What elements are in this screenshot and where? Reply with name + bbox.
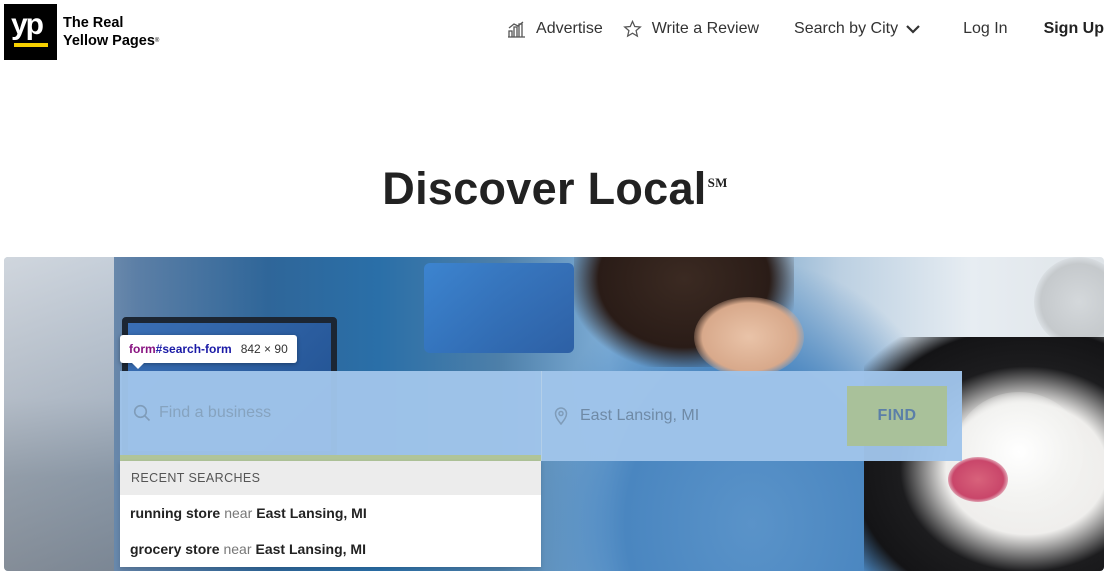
recent-search-item[interactable]: running store near East Lansing, MI: [120, 495, 541, 531]
nav-advertise[interactable]: Advertise: [507, 20, 603, 38]
location-pin-icon: [554, 407, 568, 425]
search-where-field[interactable]: East Lansing, MI: [542, 371, 842, 461]
hero-shelf: [4, 257, 114, 571]
chevron-down-icon: [906, 24, 920, 34]
devtools-element-tooltip: form #search-form 842 × 90: [120, 335, 297, 369]
brand-name: The Real Yellow Pages®: [63, 14, 159, 50]
advertise-chart-icon: [508, 20, 526, 38]
find-button[interactable]: FIND: [847, 386, 947, 446]
star-outline-icon: [622, 20, 642, 38]
logo-yellow-bar: [14, 43, 48, 47]
nav-search-by-city-label: Search by City: [794, 20, 899, 37]
search-where-value[interactable]: East Lansing, MI: [580, 407, 699, 425]
nav-advertise-label: Advertise: [536, 20, 603, 37]
page-title: Discover LocalSM: [382, 163, 727, 215]
trademark-symbol: ®: [154, 38, 160, 44]
nav-search-by-city[interactable]: Search by City: [794, 20, 930, 38]
page-title-text: Discover Local: [382, 163, 707, 214]
hero-vet-face: [694, 297, 804, 377]
recent-search-location: East Lansing, MI: [256, 505, 367, 521]
nav-signup[interactable]: Sign Up: [1044, 20, 1104, 38]
logo-glyph: yp: [11, 8, 44, 41]
brand-name-line2: Yellow Pages: [63, 33, 155, 49]
hero-lamp: [1034, 257, 1104, 347]
nav-login[interactable]: Log In: [963, 20, 1007, 38]
recent-search-item[interactable]: grocery store near East Lansing, MI: [120, 531, 541, 567]
recent-search-term: running store: [130, 505, 221, 521]
recent-searches-header: RECENT SEARCHES: [120, 461, 541, 495]
recent-search-term: grocery store: [130, 541, 220, 557]
recent-search-near: near: [224, 505, 253, 521]
search-what-input[interactable]: [159, 404, 519, 422]
hero-dog-tongue: [948, 457, 1008, 502]
recent-searches-dropdown: RECENT SEARCHES running store near East …: [120, 461, 541, 567]
nav-write-review-label: Write a Review: [651, 20, 760, 37]
yp-logo-mark[interactable]: yp: [4, 4, 57, 60]
search-what-field[interactable]: [120, 371, 541, 455]
tooltip-tag: form: [129, 342, 156, 356]
tooltip-id: #search-form: [155, 342, 232, 356]
search-icon: [133, 404, 151, 422]
nav-login-label: Log In: [963, 20, 1008, 37]
tooltip-dimensions: 842 × 90: [240, 342, 288, 356]
headline: Discover LocalSM: [0, 163, 1110, 215]
nav-write-review[interactable]: Write a Review: [622, 20, 760, 38]
nav-signup-label: Sign Up: [1043, 20, 1104, 37]
search-form: East Lansing, MI FIND: [120, 371, 962, 461]
recent-search-near: near: [223, 541, 252, 557]
recent-search-location: East Lansing, MI: [255, 541, 366, 557]
brand-name-line1: The Real: [63, 15, 124, 31]
brand-logo[interactable]: yp The Real Yellow Pages®: [4, 4, 159, 60]
service-mark: SM: [707, 175, 728, 190]
top-nav: Advertise Write a Review Search by City …: [507, 20, 1104, 38]
